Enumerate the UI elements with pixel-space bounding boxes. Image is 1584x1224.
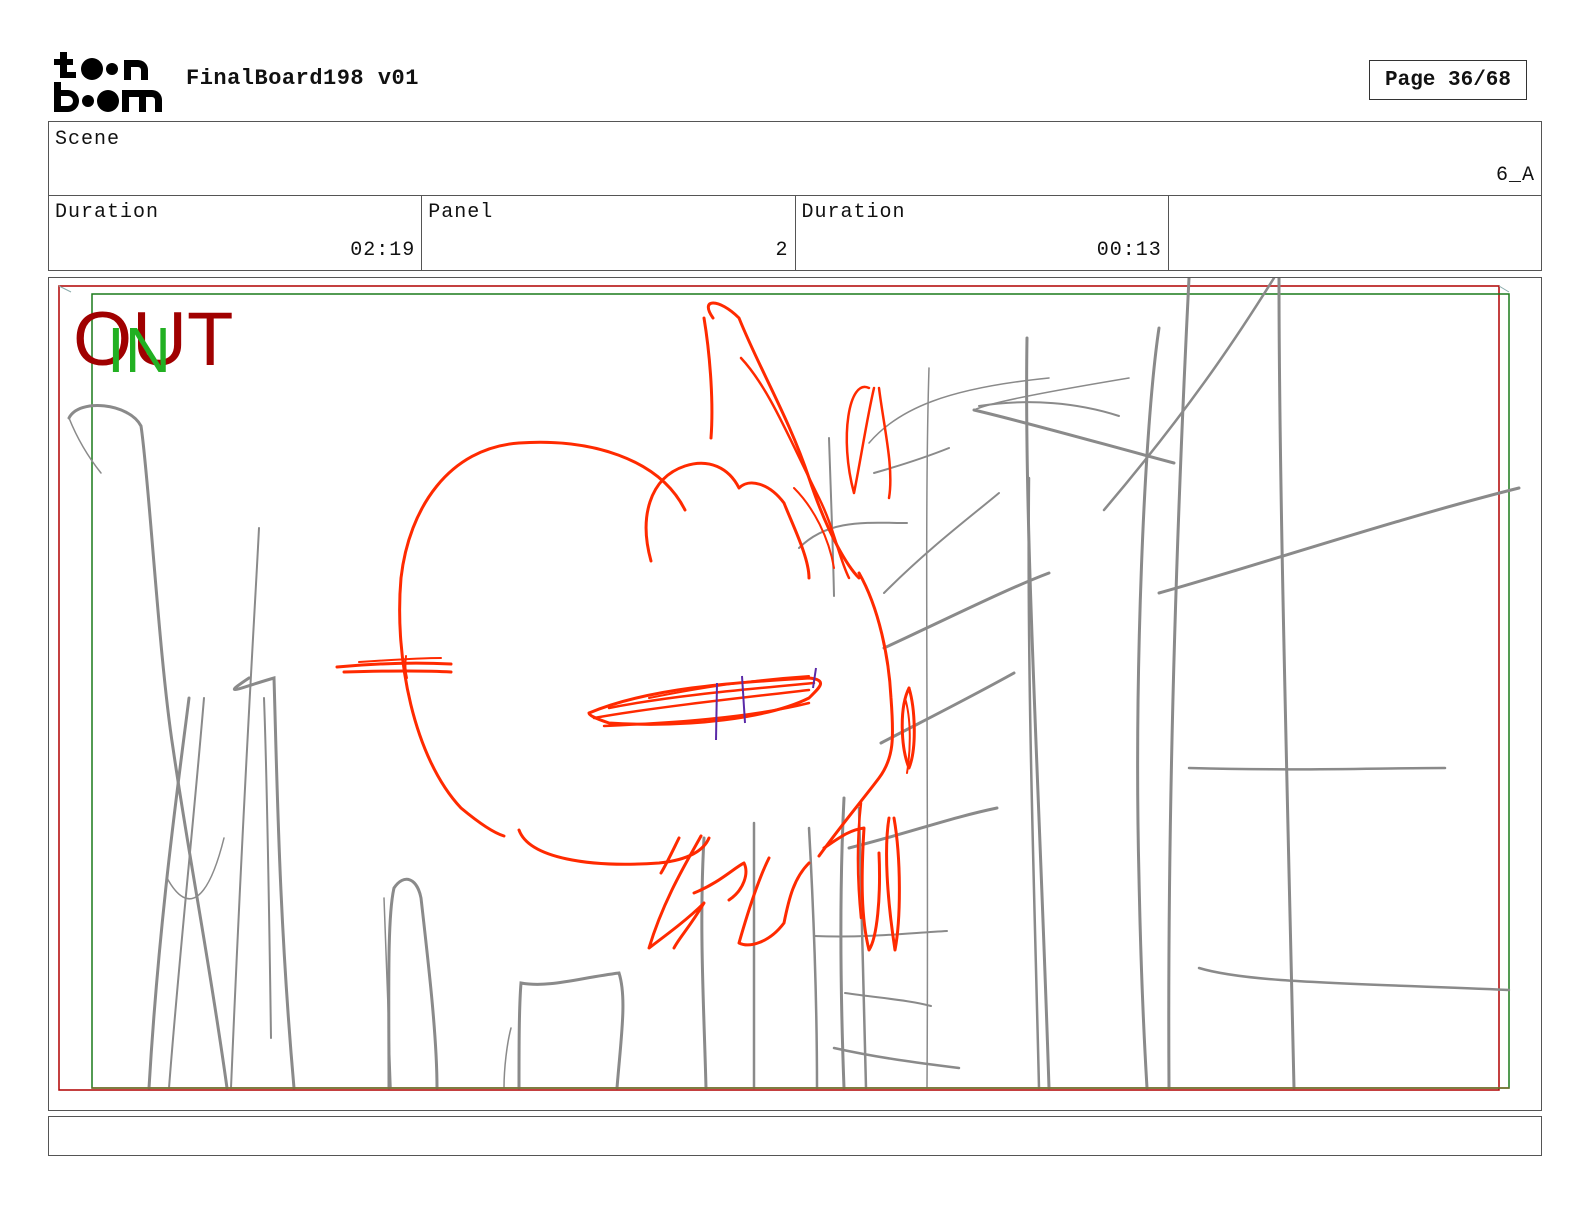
scene-duration-label: Duration — [55, 201, 160, 224]
board-title: FinalBoard198 v01 — [186, 66, 419, 91]
page-indicator: Page 36/68 — [1369, 60, 1527, 100]
toon-boom-logo — [52, 50, 164, 114]
storyboard-panel: OUT IN — [48, 277, 1542, 1111]
page-label: Page 36/68 — [1384, 68, 1512, 92]
panel-notes — [48, 1116, 1542, 1156]
panel-number-cell: Panel 2 — [422, 195, 796, 270]
scene-value: 6_A — [1495, 164, 1535, 187]
character-sketch — [335, 301, 916, 952]
scene-field: Scene 6_A — [48, 121, 1542, 196]
in-frame-label: IN — [107, 314, 171, 386]
panel-sketch — [58, 278, 1521, 1091]
panel-duration-cell: Duration 00:13 — [796, 195, 1169, 270]
panel-duration-label: Duration — [801, 201, 906, 224]
empty-info-cell — [1169, 195, 1541, 270]
scene-label: Scene — [55, 128, 121, 151]
background-sketch — [67, 278, 1521, 1090]
scene-duration-cell: Duration 02:19 — [49, 195, 423, 270]
panel-number-label: Panel — [428, 201, 494, 224]
panel-duration-value: 00:13 — [1096, 239, 1162, 262]
toon-boom-logo-icon — [54, 52, 162, 112]
panel-number-value: 2 — [775, 239, 789, 262]
scene-duration-value: 02:19 — [350, 239, 416, 262]
panel-info-row: Duration 02:19 Panel 2 Duration 00:13 — [48, 195, 1542, 271]
